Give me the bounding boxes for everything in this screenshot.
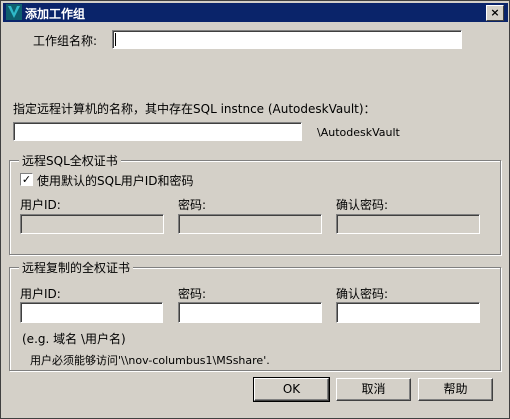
text-caret bbox=[115, 33, 116, 46]
repl-confirm-password-input[interactable] bbox=[336, 302, 480, 323]
checkmark-icon: ✓ bbox=[21, 173, 32, 186]
vault-app-icon bbox=[6, 4, 22, 20]
use-default-label: 使用默认的SQL用户ID和密码 bbox=[37, 174, 194, 188]
use-default-checkbox[interactable]: ✓ bbox=[20, 173, 33, 186]
help-button[interactable]: 帮助 bbox=[418, 378, 493, 401]
sql-password-label: 密码: bbox=[178, 198, 207, 212]
add-workgroup-dialog: 添加工作组 × 工作组名称: 指定远程计算机的名称，其中存在SQL instnc… bbox=[0, 0, 510, 419]
domain-user-hint: (e.g. 域名 \用户名) bbox=[22, 332, 126, 346]
remote-machine-input[interactable] bbox=[13, 122, 302, 141]
sql-confirm-password-label: 确认密码: bbox=[336, 198, 389, 212]
workgroup-name-input[interactable] bbox=[112, 30, 462, 49]
title-bar[interactable]: 添加工作组 × bbox=[3, 3, 508, 22]
sql-user-id-input[interactable] bbox=[20, 214, 164, 234]
repl-password-input[interactable] bbox=[178, 302, 322, 323]
share-access-hint: 用户必须能够访问'\\nov-columbus1\MSshare'. bbox=[30, 354, 270, 367]
remote-machine-label: 指定远程计算机的名称，其中存在SQL instnce (AutodeskVaul… bbox=[13, 102, 376, 116]
repl-user-id-input[interactable] bbox=[20, 302, 163, 323]
window-title: 添加工作组 bbox=[25, 7, 86, 21]
workgroup-name-label: 工作组名称: bbox=[33, 34, 98, 48]
repl-password-label: 密码: bbox=[178, 287, 207, 301]
repl-confirm-password-label: 确认密码: bbox=[336, 287, 389, 301]
replication-credentials-title: 远程复制的全权证书 bbox=[19, 259, 134, 276]
autodeskvault-suffix: \AutodeskVault bbox=[317, 126, 400, 139]
sql-credentials-title: 远程SQL全权证书 bbox=[19, 152, 121, 169]
sql-confirm-password-input[interactable] bbox=[336, 214, 480, 234]
close-icon[interactable]: × bbox=[486, 5, 504, 21]
repl-user-id-label: 用户ID: bbox=[20, 287, 61, 301]
ok-button[interactable]: OK bbox=[253, 377, 330, 402]
sql-user-id-label: 用户ID: bbox=[20, 198, 61, 212]
cancel-button[interactable]: 取消 bbox=[336, 378, 411, 401]
sql-password-input[interactable] bbox=[178, 214, 322, 234]
